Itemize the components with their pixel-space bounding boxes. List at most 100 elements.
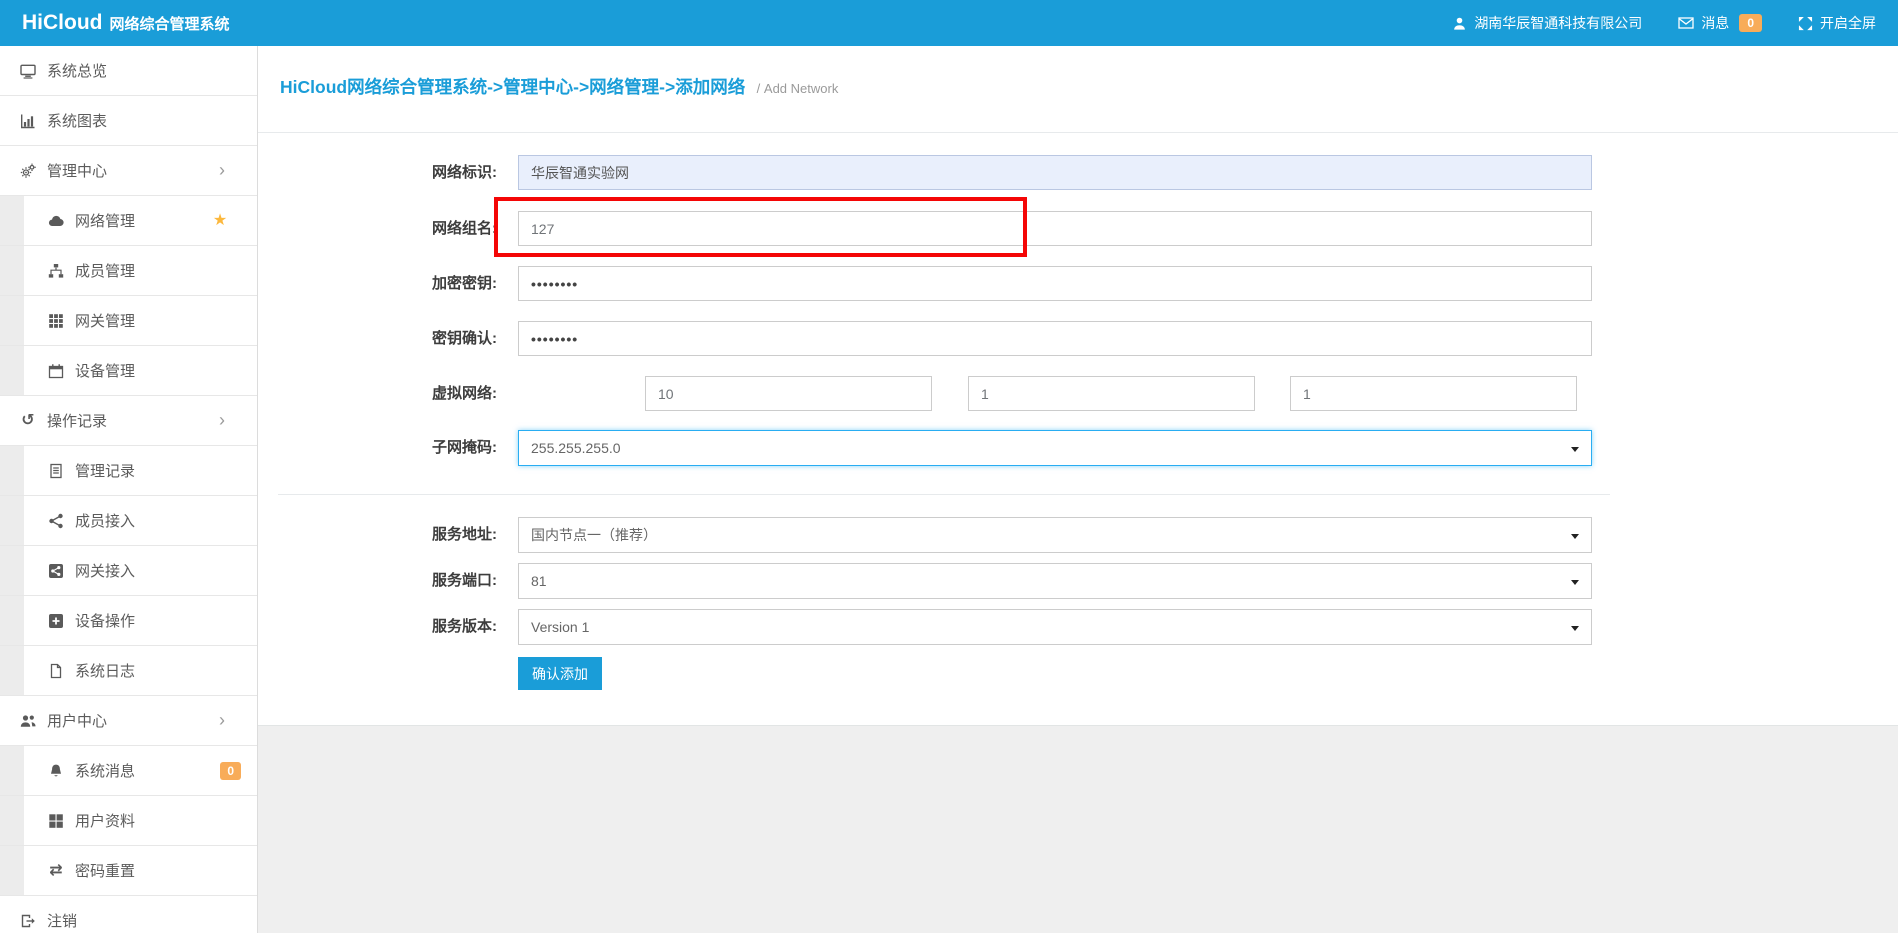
- page: HiCloud 网络综合管理系统 湖南华辰智通科技有限公司 消息 0 开启全屏 …: [0, 0, 1898, 933]
- sidebar-item-label: 设备管理: [75, 360, 135, 381]
- logo-primary: HiCloud: [22, 11, 102, 35]
- key-confirm-label: 密钥确认:: [258, 321, 497, 356]
- subnet-mask-value: 255.255.255.0: [531, 440, 621, 456]
- sidebar-item-operation-log[interactable]: ↺操作记录›: [0, 396, 257, 446]
- footer-band: [258, 725, 1898, 933]
- sidebar-item-label: 网关管理: [75, 310, 135, 331]
- service-version-label: 服务版本:: [258, 609, 497, 644]
- submit-add-button[interactable]: 确认添加: [518, 657, 602, 690]
- header-right: 湖南华辰智通科技有限公司 消息 0 开启全屏: [1452, 13, 1876, 33]
- network-id-input[interactable]: [518, 155, 1592, 190]
- sidebar-item-label: 注销: [47, 910, 77, 931]
- service-port-select[interactable]: 81: [518, 563, 1592, 599]
- messages-count-badge: 0: [1739, 14, 1762, 32]
- sidebar-item-label: 成员管理: [75, 260, 135, 281]
- fullscreen-label: 开启全屏: [1820, 13, 1876, 33]
- subnet-mask-select[interactable]: 255.255.255.0: [518, 430, 1592, 466]
- sidebar-item-member-access[interactable]: 成员接入: [0, 496, 257, 546]
- sidebar-item-gateway-management[interactable]: 网关管理: [0, 296, 257, 346]
- virtual-network-label: 虚拟网络:: [258, 376, 497, 411]
- sidebar-item-label: 系统消息: [75, 760, 135, 781]
- star-icon: ★: [210, 213, 230, 229]
- sidebar-item-label: 密码重置: [75, 860, 135, 881]
- share-icon: [46, 513, 66, 529]
- bar-chart-icon: [18, 113, 38, 129]
- gears-icon: [18, 163, 38, 179]
- sidebar-item-system-messages[interactable]: 系统消息 0: [0, 746, 257, 796]
- sidebar-item-user-center[interactable]: 用户中心 ›: [0, 696, 257, 746]
- service-address-value: 国内节点一（推荐）: [531, 527, 657, 543]
- sidebar-item-label: 系统总览: [47, 60, 107, 81]
- service-version-select[interactable]: Version 1: [518, 609, 1592, 645]
- sidebar-item-system-charts[interactable]: 系统图表: [0, 96, 257, 146]
- file-text-icon: [46, 463, 66, 479]
- network-id-label: 网络标识:: [258, 155, 497, 190]
- logo-secondary: 网络综合管理系统: [109, 13, 229, 34]
- sidebar-item-gateway-access[interactable]: 网关接入: [0, 546, 257, 596]
- breadcrumb: HiCloud网络综合管理系统->管理中心->网络管理->添加网络 / Add …: [258, 46, 1898, 133]
- sidebar-item-label: 用户中心: [47, 710, 107, 731]
- virtual-network-input-3[interactable]: [1290, 376, 1577, 411]
- network-group-input[interactable]: [518, 211, 1592, 246]
- sitemap-icon: [46, 263, 66, 279]
- sidebar-item-password-reset[interactable]: ⇄ 密码重置: [0, 846, 257, 896]
- sidebar-item-badge: 0: [220, 762, 241, 780]
- grid-icon: [46, 313, 66, 329]
- chevron-right-icon: ›: [212, 711, 232, 729]
- fullscreen-button[interactable]: 开启全屏: [1798, 13, 1876, 33]
- messages-label: 消息: [1701, 13, 1729, 33]
- share-square-icon: [46, 563, 66, 579]
- company-name: 湖南华辰智通科技有限公司: [1474, 13, 1642, 33]
- sidebar-item-system-log[interactable]: 系统日志: [0, 646, 257, 696]
- calendar-icon: [46, 363, 66, 379]
- fullscreen-icon: [1798, 16, 1813, 31]
- history-icon: ↺: [18, 413, 38, 429]
- sidebar-item-network-management[interactable]: 网络管理 ★: [0, 196, 257, 246]
- sidebar-item-label: 系统日志: [75, 660, 135, 681]
- file-icon: [46, 663, 66, 679]
- th-large-icon: [46, 813, 66, 829]
- sidebar-item-label: 用户资料: [75, 810, 135, 831]
- virtual-network-input-2[interactable]: [968, 376, 1255, 411]
- encrypt-key-input[interactable]: [518, 266, 1592, 301]
- encrypt-key-label: 加密密钥:: [258, 266, 497, 301]
- retweet-icon: ⇄: [46, 863, 66, 879]
- key-confirm-input[interactable]: [518, 321, 1592, 356]
- sidebar-item-label: 网络管理: [75, 210, 135, 231]
- virtual-network-input-1[interactable]: [645, 376, 932, 411]
- messages-button[interactable]: 消息 0: [1678, 13, 1762, 33]
- top-header: HiCloud 网络综合管理系统 湖南华辰智通科技有限公司 消息 0 开启全屏: [0, 0, 1898, 46]
- sign-out-icon: [18, 913, 38, 929]
- sidebar-item-device-operation[interactable]: 设备操作: [0, 596, 257, 646]
- sidebar-item-label: 设备操作: [75, 610, 135, 631]
- chevron-right-icon: ›: [212, 161, 232, 179]
- sidebar-item-admin-log[interactable]: 管理记录: [0, 446, 257, 496]
- service-address-label: 服务地址:: [258, 517, 497, 552]
- user-icon: [1452, 16, 1467, 31]
- bell-icon: [46, 763, 66, 779]
- service-port-label: 服务端口:: [258, 563, 497, 598]
- service-version-value: Version 1: [531, 619, 589, 635]
- sidebar-item-system-overview[interactable]: 系统总览: [0, 46, 257, 96]
- caret-down-icon: [1571, 626, 1579, 631]
- sidebar-item-label: 管理记录: [75, 460, 135, 481]
- network-group-label: 网络组名:: [258, 211, 497, 246]
- sidebar-menu: 系统总览系统图表管理中心› 网络管理 ★ 成员管理网关管理设备管理 ↺操作记录› 管理记录…: [0, 46, 257, 933]
- service-address-select[interactable]: 国内节点一（推荐）: [518, 517, 1592, 553]
- sidebar-item-label: 系统图表: [47, 110, 107, 131]
- app-logo[interactable]: HiCloud 网络综合管理系统: [22, 11, 230, 35]
- sidebar-item-logout[interactable]: 注销: [0, 896, 257, 933]
- cloud-icon: [46, 213, 66, 229]
- caret-down-icon: [1571, 447, 1579, 452]
- breadcrumb-path[interactable]: HiCloud网络综合管理系统->管理中心->网络管理->添加网络: [280, 77, 745, 97]
- company-account[interactable]: 湖南华辰智通科技有限公司: [1452, 13, 1642, 33]
- sidebar-item-device-management[interactable]: 设备管理: [0, 346, 257, 396]
- sidebar-item-label: 成员接入: [75, 510, 135, 531]
- sidebar-item-member-management[interactable]: 成员管理: [0, 246, 257, 296]
- breadcrumb-subtitle: / Add Network: [757, 81, 839, 96]
- sidebar-item-user-profile[interactable]: 用户资料: [0, 796, 257, 846]
- caret-down-icon: [1571, 580, 1579, 585]
- sidebar-item-label: 网关接入: [75, 560, 135, 581]
- service-port-value: 81: [531, 573, 547, 589]
- sidebar-item-admin-center[interactable]: 管理中心›: [0, 146, 257, 196]
